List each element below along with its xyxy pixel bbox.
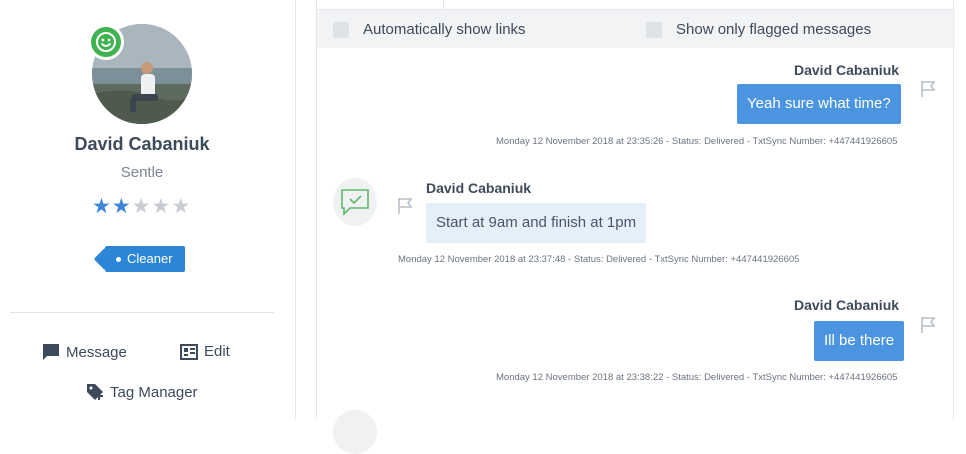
message-label: Message — [66, 343, 127, 361]
message-button[interactable]: Message — [42, 343, 127, 361]
message-sender: David Cabaniuk — [794, 297, 900, 313]
message-bubble[interactable]: Start at 9am and finish at 1pm — [426, 203, 647, 243]
flagged-only-checkbox[interactable] — [646, 21, 662, 38]
tag-label: Cleaner — [127, 251, 173, 266]
id-card-icon — [180, 343, 198, 360]
tag-hole-icon — [116, 257, 121, 262]
auto-links-checkbox[interactable] — [333, 21, 349, 38]
options-bar: Automatically show links Show only flagg… — [317, 10, 955, 48]
chat-icon — [43, 344, 59, 360]
tag-badge[interactable]: Cleaner — [105, 246, 185, 272]
flag-icon[interactable] — [397, 197, 413, 215]
message-meta: Monday 12 November 2018 at 23:37:48 - St… — [398, 254, 800, 265]
flagged-only-label: Show only flagged messages — [676, 21, 872, 38]
contact-sidebar: David Cabaniuk Sentle ★ ★ ★ ★ ★ Cleaner … — [0, 0, 296, 419]
tab-strip — [317, 0, 955, 10]
message-sender: David Cabaniuk — [794, 62, 900, 78]
message-sender: David Cabaniuk — [426, 180, 532, 196]
edit-button[interactable]: Edit — [180, 343, 230, 360]
conversation-panel: Automatically show links Show only flagg… — [316, 0, 955, 454]
smiley-icon — [88, 24, 124, 60]
message-bubble[interactable]: Ill be there — [814, 321, 905, 361]
rating-stars[interactable]: ★ ★ ★ ★ ★ — [92, 196, 190, 218]
tab-edge — [443, 0, 444, 10]
tag-manager-label: Tag Manager — [110, 383, 198, 401]
tag-manager-button[interactable]: Tag Manager — [86, 383, 198, 401]
star-icon[interactable]: ★ — [151, 196, 170, 218]
auto-links-option[interactable]: Automatically show links — [333, 21, 526, 38]
contact-name: David Cabaniuk — [74, 134, 210, 154]
message-bubble[interactable]: Yeah sure what time? — [737, 84, 901, 124]
flag-icon[interactable] — [920, 316, 936, 334]
flagged-only-option[interactable]: Show only flagged messages — [646, 21, 871, 38]
flag-icon[interactable] — [920, 80, 936, 98]
message-meta: Monday 12 November 2018 at 23:38:22 - St… — [496, 372, 898, 383]
star-icon[interactable]: ★ — [112, 196, 131, 218]
star-icon[interactable]: ★ — [92, 196, 111, 218]
contact-city: Sentle — [120, 164, 164, 181]
edit-label: Edit — [204, 343, 230, 360]
divider — [10, 312, 274, 313]
avatar-wrapper — [88, 24, 192, 124]
avatar — [333, 410, 377, 454]
star-icon[interactable]: ★ — [171, 196, 190, 218]
tag-add-icon — [87, 384, 103, 400]
auto-links-label: Automatically show links — [363, 21, 526, 38]
star-icon[interactable]: ★ — [132, 196, 151, 218]
message-meta: Monday 12 November 2018 at 23:35:26 - St… — [496, 136, 898, 147]
sms-received-icon — [333, 178, 377, 226]
